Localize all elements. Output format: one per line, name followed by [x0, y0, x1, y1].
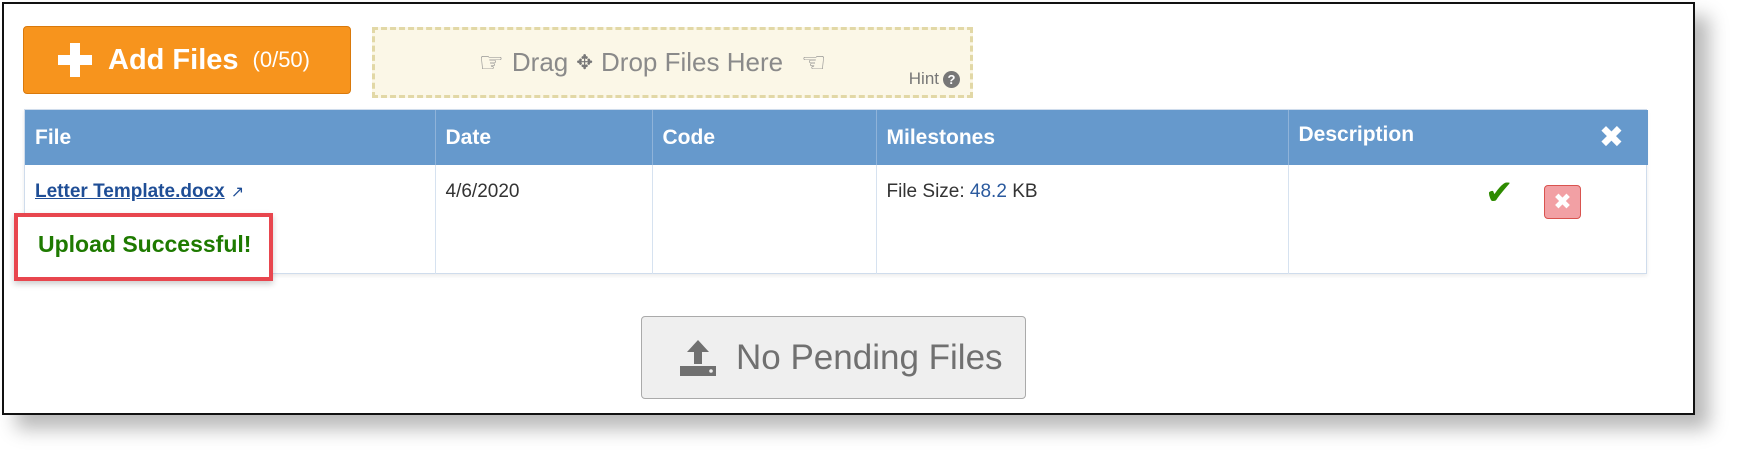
external-link-icon[interactable]: ↗ — [231, 184, 244, 201]
no-pending-files-label: No Pending Files — [736, 337, 1003, 377]
file-size-value: 48.2 — [969, 181, 1007, 202]
date-cell: 4/6/2020 — [435, 165, 653, 274]
description-cell — [1288, 165, 1648, 274]
file-name-link[interactable]: Letter Template.docx — [35, 181, 225, 202]
add-files-label: Add Files — [108, 43, 239, 76]
hint-link[interactable]: Hint ? — [909, 69, 960, 89]
close-icon[interactable]: ✖ — [1599, 122, 1624, 153]
hand-drop-icon: ☜ — [801, 47, 827, 78]
checkmark-icon[interactable]: ✔ — [1485, 173, 1514, 213]
header-milestones: Milestones — [876, 110, 1289, 165]
upload-status: Upload Successful! — [38, 231, 252, 257]
header-code: Code — [652, 110, 877, 165]
hand-pointing-icon: ☞ — [478, 47, 504, 78]
add-files-count: (0/50) — [252, 47, 310, 72]
plus-icon — [58, 43, 92, 77]
dropzone-drag-text: Drag — [511, 47, 569, 77]
drop-zone[interactable]: ☞ Drag ✥ Drop Files Here ☜ Hint ? — [372, 27, 973, 98]
header-file: File — [25, 110, 436, 165]
header-description: Description — [1298, 122, 1415, 146]
hint-label: Hint — [908, 69, 939, 88]
move-icon: ✥ — [576, 52, 594, 74]
add-files-button[interactable]: Add Files (0/50) — [23, 26, 351, 94]
file-size-label: File Size: — [886, 181, 965, 202]
no-pending-files-button[interactable]: No Pending Files — [641, 316, 1026, 399]
delete-file-button[interactable]: ✖ — [1544, 185, 1581, 219]
code-cell — [652, 165, 877, 274]
dropzone-drop-text: Drop Files Here — [601, 47, 784, 77]
header-date: Date — [435, 110, 653, 165]
upload-icon — [680, 339, 716, 376]
header-description-cell: Description ✖ — [1288, 110, 1648, 165]
upload-status-highlight: Upload Successful! — [14, 213, 273, 281]
question-icon: ? — [943, 70, 960, 88]
milestones-cell: File Size: 48.2 KB — [876, 165, 1289, 274]
file-size-unit: KB — [1012, 181, 1038, 202]
table-header-row: File Date Code Milestones Description ✖ — [25, 110, 1648, 165]
